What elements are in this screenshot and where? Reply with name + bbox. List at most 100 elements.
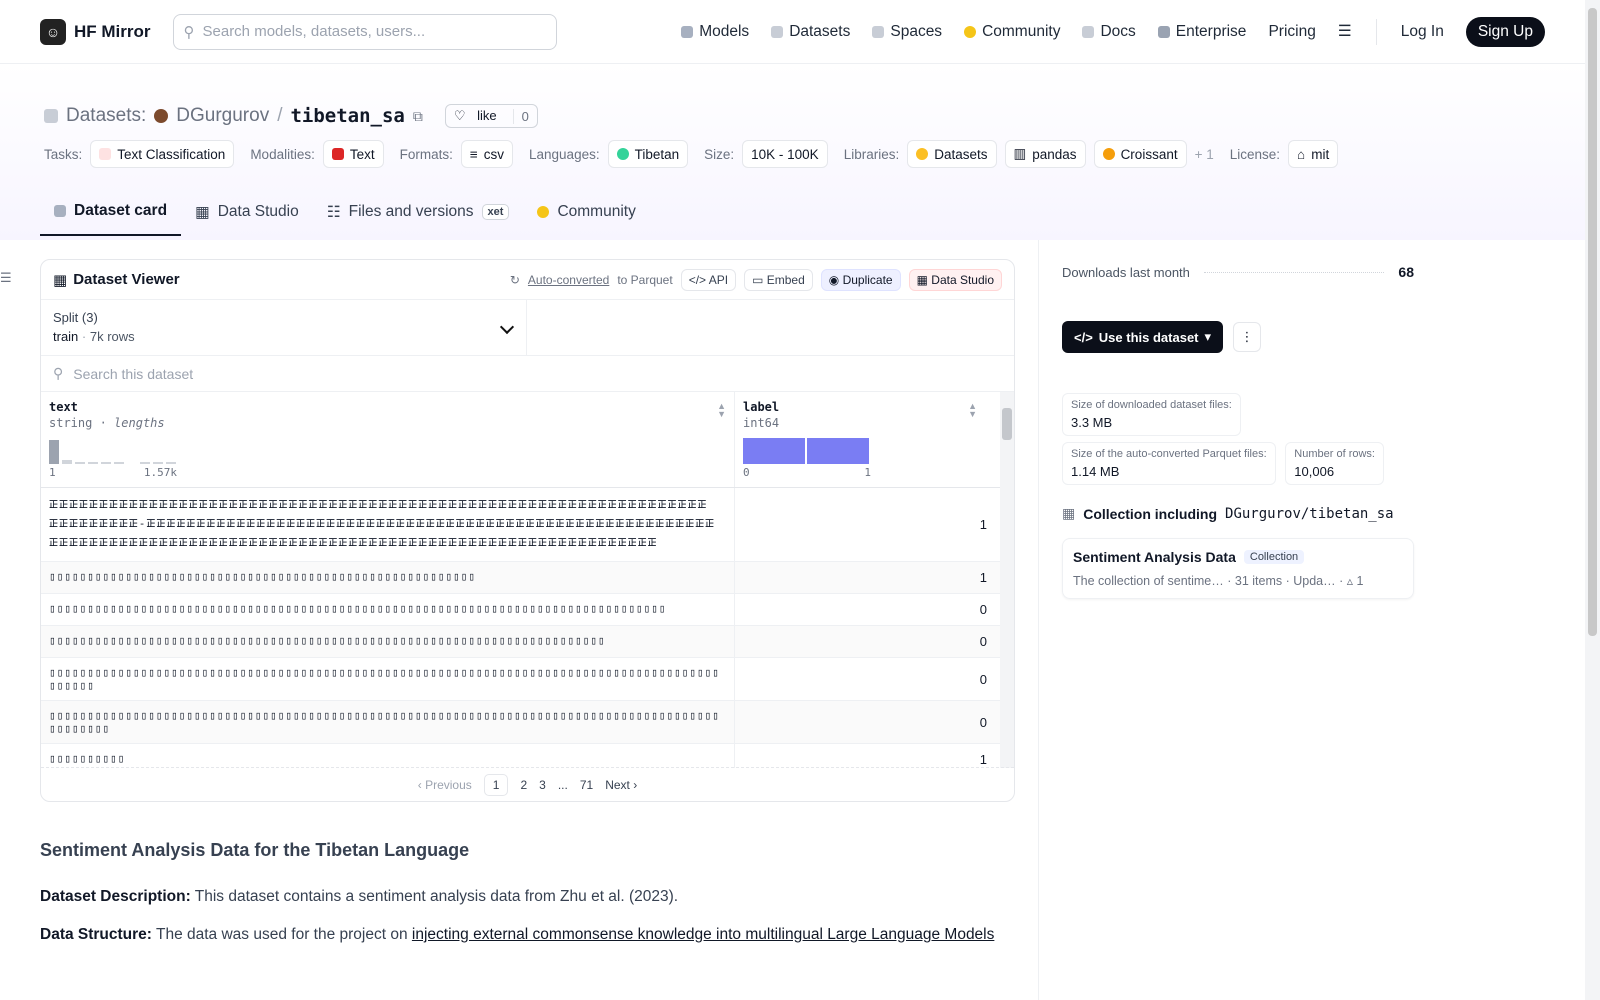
- tab-files[interactable]: ☷ Files and versions xet: [313, 192, 524, 236]
- api-button[interactable]: </> API: [680, 268, 737, 291]
- nav-enterprise-label: Enterprise: [1175, 22, 1247, 40]
- text-cell: ▯▯▯▯▯▯▯▯▯▯▯▯▯▯▯▯▯▯▯▯▯▯▯▯▯▯▯▯▯▯▯▯▯▯▯▯▯▯▯▯…: [41, 562, 735, 593]
- page-scrollbar-thumb[interactable]: [1588, 8, 1597, 636]
- collection-heading-label: Collection including: [1083, 505, 1218, 522]
- dataset-card-content: Sentiment Analysis Data for the Tibetan …: [40, 840, 1015, 947]
- duplicate-button[interactable]: ◉ Duplicate: [820, 268, 901, 291]
- login-link[interactable]: Log In: [1401, 23, 1444, 41]
- table-scrollbar[interactable]: [1000, 392, 1014, 768]
- table-row[interactable]: ▯▯▯▯▯▯▯▯▯▯ 1: [41, 744, 1014, 768]
- license-label: License:: [1229, 146, 1281, 162]
- data-studio-button[interactable]: ▦ Data Studio: [908, 268, 1002, 291]
- text-cell: ▯▯▯▯▯▯▯▯▯▯▯▯▯▯▯▯▯▯▯▯▯▯▯▯▯▯▯▯▯▯▯▯▯▯▯▯▯▯▯▯…: [41, 594, 735, 625]
- book-icon: [1082, 25, 1095, 38]
- tag-modality[interactable]: Text: [322, 140, 384, 168]
- embed-button[interactable]: ▭ Embed: [744, 268, 813, 291]
- page-button-2[interactable]: 2: [520, 778, 527, 792]
- collection-card[interactable]: Sentiment Analysis Data Collection The co…: [1062, 538, 1414, 599]
- dataset-name[interactable]: tibetan_sa: [290, 105, 404, 127]
- use-dataset-label: Use this dataset: [1098, 329, 1199, 345]
- signup-button[interactable]: Sign Up: [1465, 16, 1545, 47]
- tag-size[interactable]: 10K - 100K: [742, 140, 828, 168]
- breadcrumb-separator: /: [277, 105, 283, 126]
- collection-heading: ▦ Collection including DGurgurov/tibetan…: [1062, 505, 1414, 522]
- table-row[interactable]: ▯▯▯▯▯▯▯▯▯▯▯▯▯▯▯▯▯▯▯▯▯▯▯▯▯▯▯▯▯▯▯▯▯▯▯▯▯▯▯▯…: [41, 626, 1014, 658]
- table-row[interactable]: ▯▯▯▯▯▯▯▯▯▯▯▯▯▯▯▯▯▯▯▯▯▯▯▯▯▯▯▯▯▯▯▯▯▯▯▯▯▯▯▯…: [41, 562, 1014, 594]
- globe-icon: [616, 148, 629, 160]
- tag-library-datasets[interactable]: Datasets: [907, 140, 997, 168]
- downloads-count: 68: [1398, 264, 1414, 280]
- project-link[interactable]: injecting external commonsense knowledge…: [412, 926, 994, 943]
- histogram-bar: [807, 438, 869, 464]
- tasks-label: Tasks:: [44, 146, 83, 162]
- use-dataset-button[interactable]: </> Use this dataset ▾: [1062, 321, 1224, 353]
- nav-community[interactable]: Community: [964, 23, 1060, 41]
- text-cell: ▯▯▯▯▯▯▯▯▯▯▯▯▯▯▯▯▯▯▯▯▯▯▯▯▯▯▯▯▯▯▯▯▯▯▯▯▯▯▯▯…: [41, 626, 735, 657]
- page-button-3[interactable]: 3: [539, 778, 546, 792]
- nav-datasets[interactable]: Datasets: [771, 23, 850, 41]
- nav-pricing[interactable]: Pricing: [1268, 23, 1315, 41]
- table-row[interactable]: ▯▯▯▯▯▯▯▯▯▯▯▯▯▯▯▯▯▯▯▯▯▯▯▯▯▯▯▯▯▯▯▯▯▯▯▯▯▯▯▯…: [41, 701, 1014, 744]
- xet-badge: xet: [481, 204, 510, 220]
- table-row[interactable]: 𝍶𝍶𝍶𝍶𝍶𝍶𝍶𝍶𝍶𝍶𝍶𝍶𝍶𝍶𝍶𝍶𝍶𝍶𝍶𝍶𝍶𝍶𝍶𝍶𝍶𝍶𝍶𝍶𝍶𝍶𝍶𝍶𝍶𝍶𝍶𝍶𝍶𝍶𝍶𝍶…: [41, 488, 1014, 562]
- viewer-header: ▦ Dataset Viewer ↻ Auto-converted to Parq…: [41, 260, 1014, 300]
- tag-task[interactable]: Text Classification: [90, 140, 235, 168]
- tab-data-studio[interactable]: ▦ Data Studio: [181, 192, 313, 236]
- breadcrumb-section[interactable]: Datasets:: [66, 105, 146, 127]
- tag-library-pandas[interactable]: ▥ pandas: [1004, 140, 1086, 168]
- toc-toggle-icon[interactable]: ☰: [0, 270, 12, 286]
- page-scrollbar[interactable]: [1585, 0, 1600, 1000]
- label-cell: 0: [979, 634, 987, 649]
- brand-logo[interactable]: ☺ HF Mirror: [40, 18, 151, 45]
- histogram-bar: [62, 460, 72, 464]
- page-button-71[interactable]: 71: [580, 778, 593, 792]
- community-icon: [964, 25, 977, 38]
- like-button[interactable]: ♡ like 0: [444, 104, 538, 128]
- more-libraries[interactable]: + 1: [1195, 147, 1214, 162]
- next-page-button[interactable]: Next ›: [605, 778, 637, 792]
- table-row[interactable]: ▯▯▯▯▯▯▯▯▯▯▯▯▯▯▯▯▯▯▯▯▯▯▯▯▯▯▯▯▯▯▯▯▯▯▯▯▯▯▯▯…: [41, 594, 1014, 626]
- sort-icon[interactable]: ▲ ▼: [717, 402, 726, 419]
- tab-dataset-card[interactable]: Dataset card: [40, 192, 182, 236]
- tab-community[interactable]: Community: [523, 192, 649, 236]
- tag-language[interactable]: Tibetan: [607, 140, 689, 168]
- histogram-bar: [101, 462, 111, 464]
- column-header-label[interactable]: label int64 0 1 ▲ ▼: [735, 392, 999, 487]
- auto-converted-link[interactable]: Auto-converted: [528, 273, 609, 287]
- histogram-bar: [166, 462, 176, 464]
- collection-updated: Upda…: [1293, 574, 1336, 588]
- dataset-search-input[interactable]: ⚲ Search this dataset: [41, 356, 1014, 392]
- search-icon: ⚲: [183, 23, 195, 41]
- description-paragraph: Dataset Description: This dataset contai…: [40, 885, 1015, 909]
- nav-models[interactable]: Models: [681, 23, 749, 41]
- length-histogram: [49, 438, 726, 464]
- embed-label: Embed: [766, 272, 805, 287]
- split-dropdown[interactable]: Split (3) train · 7k rows: [41, 300, 527, 355]
- column-header-text[interactable]: text string · lengths 1 1.57k ▲ ▼: [41, 392, 735, 487]
- label-cell: 1: [979, 570, 987, 585]
- split-label: Split (3): [53, 310, 98, 325]
- nav-enterprise[interactable]: Enterprise: [1157, 22, 1247, 41]
- collection-title: Sentiment Analysis Data: [1073, 549, 1236, 565]
- tag-license[interactable]: ⌂ mit: [1288, 140, 1339, 168]
- global-search-input[interactable]: ⚲ Search models, datasets, users...: [172, 13, 557, 50]
- global-search-placeholder: Search models, datasets, users...: [202, 23, 426, 40]
- previous-page-button[interactable]: ‹ Previous: [418, 778, 472, 792]
- scrollbar-thumb[interactable]: [1002, 408, 1012, 440]
- copy-icon[interactable]: ⧉: [413, 108, 423, 125]
- kebab-menu-icon[interactable]: ⋮: [1233, 322, 1262, 352]
- collection-upvotes: 1: [1356, 574, 1364, 588]
- owner-link[interactable]: DGurgurov: [176, 105, 269, 127]
- tag-format[interactable]: ≡ csv: [460, 140, 514, 168]
- files-icon: ☷: [326, 203, 341, 221]
- nav-docs[interactable]: Docs: [1082, 23, 1136, 41]
- nav-spaces[interactable]: Spaces: [872, 23, 942, 41]
- tag-modality-label: Text: [349, 146, 375, 162]
- sort-icon[interactable]: ▲ ▼: [968, 402, 977, 419]
- collection-icon: ▦: [1062, 505, 1076, 521]
- page-button-1[interactable]: 1: [483, 773, 509, 796]
- tag-library-croissant[interactable]: Croissant: [1093, 140, 1187, 168]
- more-menu-icon[interactable]: ☰: [1338, 22, 1352, 41]
- table-row[interactable]: ▯▯▯▯▯▯▯▯▯▯▯▯▯▯▯▯▯▯▯▯▯▯▯▯▯▯▯▯▯▯▯▯▯▯▯▯▯▯▯▯…: [41, 658, 1014, 701]
- libraries-label: Libraries:: [843, 146, 900, 162]
